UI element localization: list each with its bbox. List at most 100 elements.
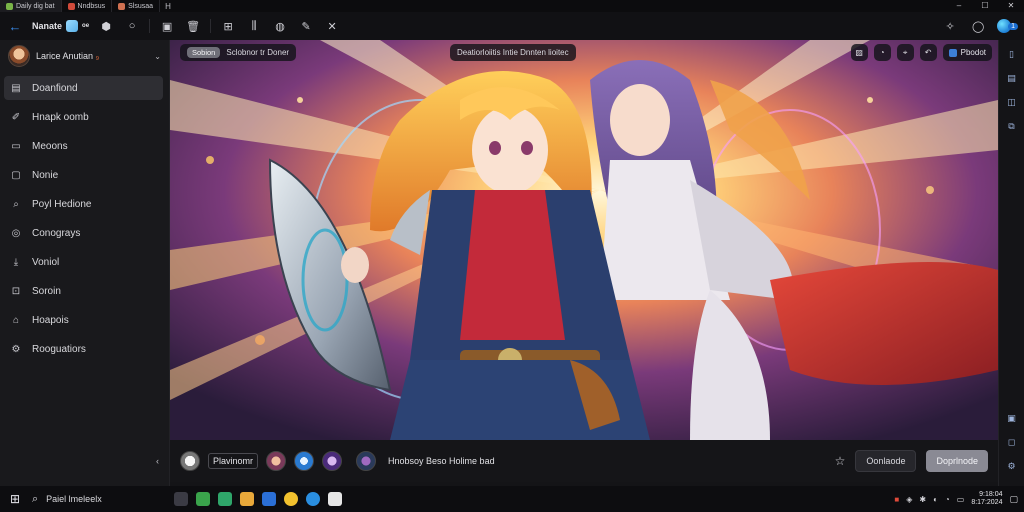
browser-tab-2[interactable]: Nndbsus bbox=[62, 0, 113, 12]
spreadsheet-icon[interactable] bbox=[218, 492, 233, 506]
antivirus-icon[interactable]: ■ bbox=[894, 495, 899, 504]
task-view-icon[interactable] bbox=[174, 492, 189, 506]
app-name-button[interactable]: Nanate ᵒᵉ bbox=[32, 17, 89, 35]
folder-icon: ▭ bbox=[11, 140, 21, 152]
reference-thumb-4[interactable] bbox=[356, 451, 377, 471]
puzzle-icon[interactable]: ✧ bbox=[941, 17, 959, 35]
volume-icon[interactable]: ◐ bbox=[933, 495, 938, 504]
sidebar-item-create[interactable]: ✐ Hnapk oomb bbox=[4, 105, 163, 129]
network-icon[interactable]: ◈ bbox=[906, 495, 912, 504]
chat-icon[interactable]: ◯ bbox=[969, 17, 987, 35]
sidebar-item-download[interactable]: ⤓ Voniol bbox=[4, 250, 163, 274]
search-user-icon: ⌕ bbox=[13, 198, 19, 210]
settings-icon: ⚙ bbox=[11, 343, 21, 355]
reference-thumb-2[interactable] bbox=[294, 451, 315, 471]
image-details-text: Deatiorloiitis Intie Dnnten lioitec bbox=[457, 48, 569, 57]
pen-icon[interactable]: ✎ bbox=[297, 17, 315, 35]
search-icon[interactable]: ⌕ bbox=[32, 493, 38, 506]
word-icon[interactable] bbox=[262, 492, 277, 506]
reference-thumb-1[interactable] bbox=[266, 451, 287, 471]
share-icon[interactable]: ⧉ bbox=[1006, 120, 1018, 132]
stats-icon[interactable]: ⫼ bbox=[245, 17, 263, 35]
window-controls: – ☐ ✕ bbox=[946, 0, 1024, 12]
sidebar-item-models[interactable]: ▭ Meoons bbox=[4, 134, 163, 158]
primary-action-button[interactable]: Doprlnode bbox=[926, 450, 988, 472]
start-menu-icon[interactable]: ⊞ bbox=[6, 492, 24, 506]
undo-icon[interactable]: ↶ bbox=[919, 44, 937, 61]
sidebar-item-label: Doanfiond bbox=[32, 82, 78, 94]
image-icon: ▢ bbox=[11, 169, 21, 181]
app-badge: ᵒᵉ bbox=[82, 21, 90, 31]
close-icon[interactable]: ✕ bbox=[323, 17, 341, 35]
folder-icon[interactable] bbox=[240, 492, 255, 506]
close-window-button[interactable]: ✕ bbox=[998, 0, 1024, 12]
minimize-button[interactable]: – bbox=[946, 0, 972, 12]
sidebar-item-label: Conograys bbox=[32, 227, 81, 239]
sidebar-item-profile-search[interactable]: ⌕ Poyl Hedione bbox=[4, 192, 163, 216]
browser-tab-3[interactable]: Slsusaa bbox=[112, 0, 161, 12]
notification-center-icon[interactable]: ▢ bbox=[1009, 494, 1018, 505]
pin-icon[interactable]: ☆ bbox=[835, 454, 846, 468]
image-details-chip[interactable]: Deatiorloiitis Intie Dnnten lioitec bbox=[450, 44, 576, 61]
sidebar-item-dashboard[interactable]: ▤ Doanfiond bbox=[4, 76, 163, 100]
battery-icon[interactable]: ▭ bbox=[957, 495, 965, 504]
sidebar-item-community[interactable]: ◎ Conograys bbox=[4, 221, 163, 245]
window-titlebar: Daily dig bat Nndbsus Slsusaa H – ☐ ✕ bbox=[0, 0, 1024, 12]
bookmark-plus-icon[interactable]: ⊞ bbox=[219, 17, 237, 35]
sidebar-item-label: Soroin bbox=[32, 285, 61, 297]
publish-button[interactable]: Pbodot bbox=[942, 44, 992, 61]
sidebar-item-label: Meoons bbox=[32, 140, 68, 152]
feedback-icon[interactable]: ◻ bbox=[1006, 436, 1018, 448]
sidebar-item-home[interactable]: ⌂ Hoapois bbox=[4, 308, 163, 332]
chevron-down-icon[interactable]: ⌄ bbox=[154, 52, 161, 61]
sidebar-item-label: Hnapk oomb bbox=[32, 111, 89, 123]
collapse-sidebar-icon[interactable]: ‹ bbox=[156, 456, 159, 466]
tab-favicon-icon bbox=[118, 2, 126, 10]
sidebar-item-images[interactable]: ▢ Nonie bbox=[4, 163, 163, 187]
maximize-button[interactable]: ☐ bbox=[972, 0, 998, 12]
avatar bbox=[8, 45, 30, 67]
app-name: Nanate bbox=[32, 21, 63, 31]
model-chip[interactable]: Sobion Sclobnor tr Doner bbox=[180, 44, 297, 61]
edge-icon[interactable] bbox=[306, 492, 321, 506]
tab-extra[interactable]: H bbox=[160, 2, 176, 11]
app-logo-icon bbox=[66, 20, 79, 32]
store-icon[interactable] bbox=[328, 492, 343, 506]
chrome-icon[interactable] bbox=[284, 492, 299, 506]
back-arrow-icon[interactable]: ← bbox=[6, 17, 24, 35]
system-clock[interactable]: 9:18:04 8:17:2024 bbox=[971, 491, 1002, 507]
crop-icon[interactable]: ⌖ bbox=[896, 44, 914, 61]
explorer-icon[interactable] bbox=[196, 492, 211, 506]
divider bbox=[149, 19, 151, 33]
publish-label: Pbodot bbox=[960, 48, 986, 57]
secondary-action-button[interactable]: Oonlaode bbox=[855, 450, 917, 472]
bluetooth-icon[interactable]: ✱ bbox=[919, 495, 926, 504]
user-avatar[interactable] bbox=[180, 451, 200, 471]
square-icon[interactable]: ▣ bbox=[158, 17, 176, 35]
browser-tab-1[interactable]: Daily dig bat bbox=[0, 0, 62, 12]
prompt-text[interactable]: Hnobsoy Beso Holime bad bbox=[388, 456, 495, 466]
user-name[interactable]: Plavinomr bbox=[208, 453, 259, 469]
sidebar-item-settings[interactable]: ⚙ Rooguatiors bbox=[4, 337, 163, 361]
taskbar-search-input[interactable]: Paiel lmeleelx bbox=[46, 494, 166, 504]
profile-suffix: ₉ bbox=[95, 51, 100, 61]
history-icon[interactable]: ◫ bbox=[1006, 96, 1018, 108]
timer-icon[interactable]: ◔ bbox=[873, 44, 891, 61]
generated-artwork bbox=[170, 40, 998, 440]
profile-switcher[interactable]: Larice Anutian ₉ ⌄ bbox=[0, 40, 169, 72]
wifi-icon[interactable]: ◔ bbox=[945, 495, 950, 504]
shield-icon[interactable]: ⬢ bbox=[97, 17, 115, 35]
trash-icon[interactable]: 🗑 bbox=[184, 17, 202, 35]
image-icon[interactable]: ▨ bbox=[850, 44, 868, 61]
image-viewer[interactable]: Sobion Sclobnor tr Doner Deatiorloiitis … bbox=[170, 40, 998, 440]
circle-icon[interactable]: ○ bbox=[123, 17, 141, 35]
edge-account-button[interactable]: 1 bbox=[997, 17, 1018, 35]
reference-thumb-3[interactable] bbox=[322, 451, 343, 471]
layout-icon[interactable]: ▣ bbox=[1006, 412, 1018, 424]
palette-icon[interactable]: ◍ bbox=[271, 17, 289, 35]
sidebar-item-console[interactable]: ⊡ Soroin bbox=[4, 279, 163, 303]
collection-icon[interactable]: ▤ bbox=[1006, 72, 1018, 84]
bookmark-icon[interactable]: ▯ bbox=[1006, 48, 1018, 60]
right-rail: ▯ ▤ ◫ ⧉ ▣ ◻ ⚙ bbox=[998, 40, 1024, 486]
settings-icon[interactable]: ⚙ bbox=[1006, 460, 1018, 472]
